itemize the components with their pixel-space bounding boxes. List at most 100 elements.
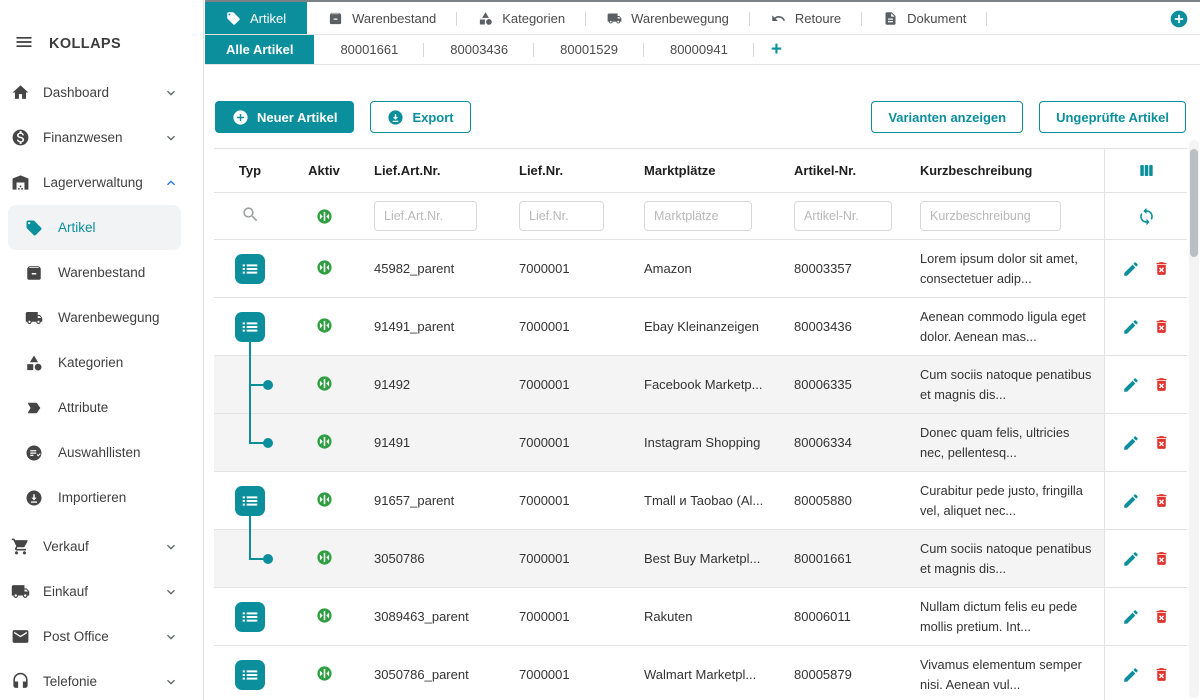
edit-button[interactable]	[1122, 434, 1140, 452]
edit-button[interactable]	[1122, 376, 1140, 394]
sidebar-item-importieren[interactable]: Importieren	[0, 475, 203, 520]
type-cell	[214, 530, 286, 587]
filter-lief-nr-input[interactable]	[519, 201, 604, 231]
article-type-button[interactable]	[235, 660, 265, 690]
delete-button[interactable]	[1153, 434, 1170, 451]
delete-button[interactable]	[1153, 666, 1170, 683]
delete-button[interactable]	[1153, 492, 1170, 509]
cell-value: 7000001	[519, 377, 570, 392]
article-tab-80001661[interactable]: 80001661	[314, 35, 424, 64]
col-header-aktiv: Aktiv	[286, 163, 362, 178]
actions-cell	[1104, 530, 1187, 587]
tab-dokument[interactable]: Dokument	[862, 2, 987, 34]
table-row: 91491_parent7000001Ebay Kleinanzeigen800…	[214, 298, 1187, 356]
unchecked-articles-button[interactable]: Ungeprüfte Artikel	[1039, 101, 1186, 133]
edit-button[interactable]	[1122, 260, 1140, 278]
cell-value: Curabitur pede justo, fringilla vel, ali…	[920, 483, 1083, 517]
sidebar-item-artikel[interactable]: Artikel	[8, 205, 181, 250]
export-button[interactable]: Export	[370, 101, 470, 133]
delete-button[interactable]	[1153, 376, 1170, 393]
cell-lief-nr: 7000001	[507, 435, 632, 450]
unchecked-articles-label: Ungeprüfte Artikel	[1056, 110, 1169, 125]
sidebar-item-warenbewegung[interactable]: Warenbewegung	[0, 295, 203, 340]
delete-button[interactable]	[1153, 608, 1170, 625]
edit-button[interactable]	[1122, 492, 1140, 510]
article-type-button[interactable]	[235, 486, 265, 516]
sidebar-item-auswahllisten[interactable]: Auswahllisten	[0, 430, 203, 475]
filter-kurzbeschreibung-input[interactable]	[920, 201, 1061, 231]
filter-lief-art-nr-input[interactable]	[374, 201, 477, 231]
sidebar-item-verkauf[interactable]: Verkauf	[0, 524, 203, 569]
cell-kurzbeschreibung: Curabitur pede justo, fringilla vel, ali…	[907, 481, 1104, 519]
article-type-button[interactable]	[235, 602, 265, 632]
cell-value: 80006335	[794, 377, 852, 392]
add-module-tab-button[interactable]	[1169, 9, 1189, 29]
add-article-tab-button[interactable]: +	[754, 35, 799, 64]
edit-button[interactable]	[1122, 666, 1140, 684]
active-cell	[286, 317, 362, 337]
active-filter-toggle[interactable]	[316, 208, 333, 225]
filter-marktplaetze-input[interactable]	[644, 201, 752, 231]
article-tab-80001529[interactable]: 80001529	[534, 35, 644, 64]
cell-lief-art-nr: 91491	[362, 435, 507, 450]
scrollbar-thumb[interactable]	[1190, 149, 1198, 257]
cell-value: Amazon	[644, 261, 692, 276]
table-row: 914927000001Facebook Marketp...80006335C…	[214, 356, 1187, 414]
sidebar-item-kategorien[interactable]: Kategorien	[0, 340, 203, 385]
cell-lief-nr: 7000001	[507, 609, 632, 624]
sidebar-item-label: Lagerverwaltung	[43, 175, 143, 190]
tab-label: Artikel	[250, 11, 286, 26]
article-tab-80000941[interactable]: 80000941	[644, 35, 754, 64]
sidebar-item-dashboard[interactable]: Dashboard	[0, 70, 203, 115]
brand-row: KOLLAPS	[0, 0, 203, 56]
edit-button[interactable]	[1122, 608, 1140, 626]
tab-warenbewegung[interactable]: Warenbewegung	[586, 2, 750, 34]
delete-button[interactable]	[1153, 318, 1170, 335]
active-cell	[286, 491, 362, 511]
edit-button[interactable]	[1122, 318, 1140, 336]
sidebar-item-post-office[interactable]: Post Office	[0, 614, 203, 659]
article-type-button[interactable]	[235, 312, 265, 342]
delete-button[interactable]	[1153, 550, 1170, 567]
type-cell	[214, 356, 286, 413]
cell-value: 80001661	[794, 551, 852, 566]
sidebar-item-lagerverwaltung[interactable]: Lagerverwaltung	[0, 160, 203, 205]
cell-lief-art-nr: 91491_parent	[362, 319, 507, 334]
sidebar-item-warenbestand[interactable]: Warenbestand	[0, 250, 203, 295]
inventory-icon	[328, 11, 343, 26]
cell-value: Ebay Kleinanzeigen	[644, 319, 759, 334]
show-variants-button[interactable]: Varianten anzeigen	[871, 101, 1023, 133]
tab-artikel[interactable]: Artikel	[205, 2, 307, 34]
tab-retoure[interactable]: Retoure	[750, 2, 862, 34]
document-icon	[883, 11, 898, 26]
sidebar-item-label: Auswahllisten	[58, 445, 141, 460]
cell-value: 7000001	[519, 435, 570, 450]
sidebar-item-finanzwesen[interactable]: Finanzwesen	[0, 115, 203, 160]
tree-connector-dot	[263, 438, 273, 448]
cell-lief-art-nr: 91492	[362, 377, 507, 392]
filter-artikel-nr-input[interactable]	[794, 201, 892, 231]
sidebar-item-attribute[interactable]: Attribute	[0, 385, 203, 430]
edit-button[interactable]	[1122, 550, 1140, 568]
tab-kategorien[interactable]: Kategorien	[457, 2, 586, 34]
refresh-button[interactable]	[1137, 207, 1156, 226]
column-settings-button[interactable]	[1137, 161, 1156, 180]
active-status-icon	[316, 259, 333, 279]
delete-button[interactable]	[1153, 260, 1170, 277]
brand-name: KOLLAPS	[49, 36, 121, 52]
menu-icon[interactable]	[14, 32, 34, 57]
article-tab-alle-artikel[interactable]: Alle Artikel	[205, 35, 314, 64]
cell-value: 80005879	[794, 667, 852, 682]
cell-value: Best Buy Marketpl...	[644, 551, 760, 566]
article-tab-80003436[interactable]: 80003436	[424, 35, 534, 64]
article-type-button[interactable]	[235, 254, 265, 284]
new-article-button[interactable]: Neuer Artikel	[215, 101, 354, 133]
toolbar: Neuer Artikel Export Varianten anzeigen …	[215, 101, 1186, 133]
cart-icon	[10, 537, 30, 556]
cell-artikel-nr: 80003436	[782, 319, 907, 334]
sidebar-item-einkauf[interactable]: Einkauf	[0, 569, 203, 614]
cell-value: Rakuten	[644, 609, 692, 624]
tab-warenbestand[interactable]: Warenbestand	[307, 2, 457, 34]
sidebar-item-telefonie[interactable]: Telefonie	[0, 659, 203, 700]
table-row: 914917000001Instagram Shopping80006334Do…	[214, 414, 1187, 472]
